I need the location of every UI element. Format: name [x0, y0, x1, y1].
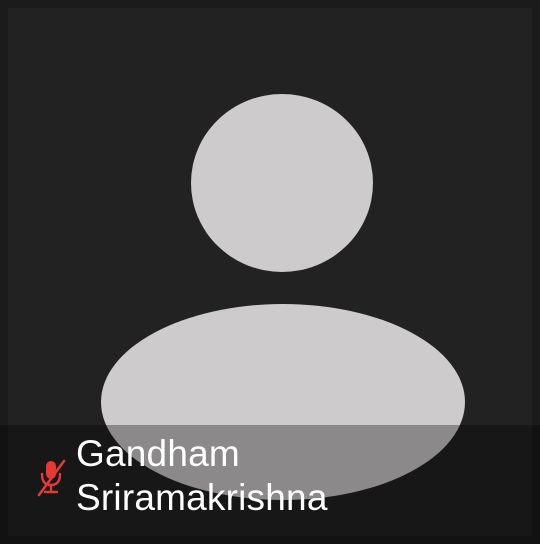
participant-first-name: Gandham [76, 433, 240, 474]
avatar-placeholder-head [191, 94, 373, 272]
participant-last-name: Sriramakrishna [76, 477, 328, 518]
participant-name: Gandham Sriramakrishna [76, 432, 516, 520]
mic-off-icon [37, 459, 66, 497]
